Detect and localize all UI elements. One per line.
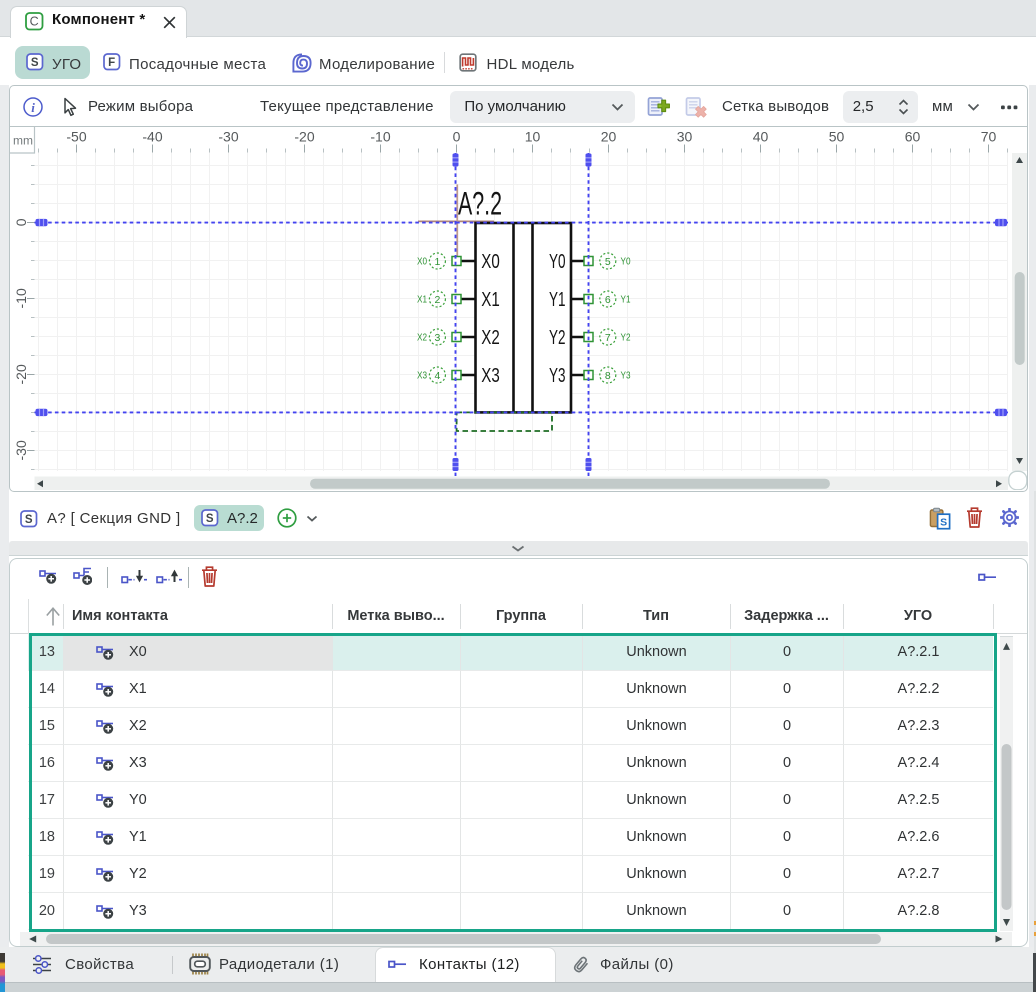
svg-text:S: S [25,514,33,526]
svg-text:Y3: Y3 [621,371,631,382]
svg-text:Y2: Y2 [621,333,631,344]
svg-text:-20: -20 [13,364,29,384]
svg-text:Y1: Y1 [549,289,566,311]
svg-text:X0: X0 [417,257,427,268]
svg-text:50: 50 [829,129,845,145]
svg-text:3: 3 [434,332,440,344]
svg-text:70: 70 [981,129,997,145]
svg-text:S: S [206,513,214,525]
svg-text:4: 4 [434,370,440,382]
svg-text:X2: X2 [481,327,500,349]
svg-text:S: S [30,57,38,69]
svg-text:Y3: Y3 [549,365,566,387]
svg-text:6: 6 [605,294,611,306]
svg-text:0: 0 [453,129,461,145]
svg-text:20: 20 [601,129,617,145]
svg-text:5: 5 [605,256,611,268]
svg-text:A?.2: A?.2 [458,186,502,222]
svg-text:-10: -10 [370,129,390,145]
svg-text:40: 40 [753,129,769,145]
svg-text:0: 0 [13,218,29,226]
svg-text:X0: X0 [481,251,500,273]
svg-text:X2: X2 [417,333,427,344]
svg-text:-20: -20 [294,129,314,145]
svg-text:7: 7 [605,332,611,344]
svg-text:2: 2 [434,294,440,306]
svg-text:-30: -30 [218,129,238,145]
svg-text:F: F [108,57,115,69]
svg-text:-10: -10 [13,288,29,308]
svg-text:-30: -30 [13,440,29,460]
svg-text:-40: -40 [142,129,162,145]
svg-text:S: S [940,517,947,529]
svg-text:mm: mm [13,134,33,148]
svg-text:X1: X1 [481,289,500,311]
svg-text:i: i [31,100,35,115]
svg-text:60: 60 [905,129,921,145]
svg-text:X1: X1 [417,295,427,306]
svg-text:1: 1 [434,256,440,268]
svg-text:30: 30 [677,129,693,145]
svg-text:Y0: Y0 [621,257,631,268]
svg-text:X3: X3 [417,371,427,382]
svg-text:-50: -50 [66,129,86,145]
svg-text:Y0: Y0 [549,251,566,273]
svg-text:Y2: Y2 [549,327,566,349]
svg-text:8: 8 [605,370,611,382]
svg-text:X3: X3 [481,365,500,387]
svg-text:Y1: Y1 [621,295,631,306]
svg-text:10: 10 [525,129,541,145]
svg-text:C: C [30,14,39,28]
